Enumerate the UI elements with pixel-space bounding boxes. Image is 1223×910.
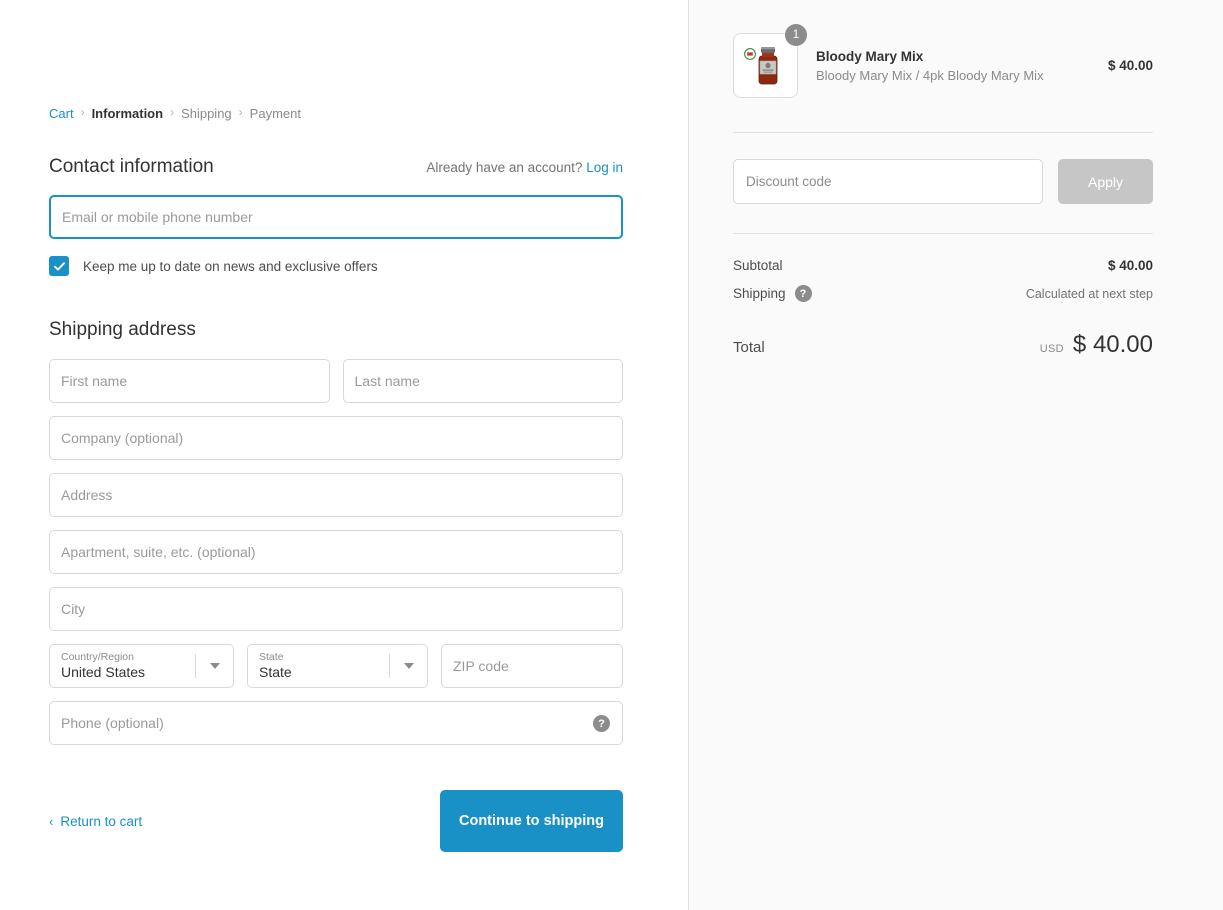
shipping-label-group: Shipping ? <box>733 285 812 302</box>
first-name-placeholder: First name <box>61 373 128 389</box>
apartment-field[interactable]: Apartment, suite, etc. (optional) <box>49 530 623 574</box>
summary-divider-top <box>733 132 1153 133</box>
grand-total-row: Total USD $ 40.00 <box>733 331 1153 359</box>
shipping-row: Shipping ? Calculated at next step <box>733 285 1153 302</box>
quantity-badge: 1 <box>785 24 807 46</box>
product-price: $ 40.00 <box>1107 58 1153 73</box>
shipping-label: Shipping <box>733 286 786 301</box>
state-select-label: State <box>259 651 284 663</box>
return-to-cart-label: Return to cart <box>60 813 143 829</box>
product-variant: Bloody Mary Mix / 4pk Bloody Mary Mix <box>816 67 1044 83</box>
first-name-field[interactable]: First name <box>49 359 330 403</box>
chevron-right-icon: › <box>80 105 85 119</box>
account-prompt: Already have an account? Log in <box>426 160 623 175</box>
email-field-placeholder: Email or mobile phone number <box>62 209 253 225</box>
breadcrumb: Cart › Information › Shipping › Payment <box>49 104 623 122</box>
login-link[interactable]: Log in <box>586 160 623 175</box>
address-placeholder: Address <box>61 487 113 503</box>
account-prompt-text: Already have an account? <box>426 160 583 175</box>
chevron-right-icon: › <box>170 105 175 119</box>
zip-code-field[interactable]: ZIP code <box>441 644 623 688</box>
contact-information-header: Contact information Already have an acco… <box>49 156 623 178</box>
apartment-placeholder: Apartment, suite, etc. (optional) <box>61 544 256 560</box>
totals-section: Subtotal $ 40.00 Shipping ? Calculated a… <box>733 258 1153 302</box>
email-field[interactable]: Email or mobile phone number <box>49 195 623 239</box>
checkbox-checked-icon[interactable] <box>49 256 69 276</box>
newsletter-label: Keep me up to date on news and exclusive… <box>83 258 378 274</box>
breadcrumb-item-payment: Payment <box>249 105 301 121</box>
city-placeholder: City <box>61 601 86 617</box>
chevron-down-icon[interactable] <box>196 663 233 669</box>
city-field[interactable]: City <box>49 587 623 631</box>
country-select[interactable]: Country/Region United States <box>49 644 234 688</box>
country-select-label: Country/Region <box>61 651 134 663</box>
order-line-item: 1 Bloody Mary Mix Bloody Mary Mix / 4pk … <box>733 24 1153 98</box>
discount-code-placeholder: Discount code <box>746 174 832 189</box>
breadcrumb-item-shipping: Shipping <box>181 105 232 121</box>
country-state-zip-row: Country/Region United States State State <box>49 644 623 688</box>
contact-information-title: Contact information <box>49 156 214 177</box>
total-label: Total <box>733 339 765 356</box>
order-summary-sidebar: 1 Bloody Mary Mix Bloody Mary Mix / 4pk … <box>688 0 1223 910</box>
address-field[interactable]: Address <box>49 473 623 517</box>
company-field[interactable]: Company (optional) <box>49 416 623 460</box>
checkout-page: Cart › Information › Shipping › Payment … <box>0 0 1223 910</box>
zip-code-placeholder: ZIP code <box>453 658 509 674</box>
return-to-cart-link[interactable]: ‹ Return to cart <box>49 814 142 829</box>
discount-code-input[interactable]: Discount code <box>733 159 1043 204</box>
chevron-left-icon: ‹ <box>49 813 54 829</box>
subtotal-label: Subtotal <box>733 258 783 273</box>
country-select-value: United States <box>61 664 146 680</box>
last-name-placeholder: Last name <box>354 373 420 389</box>
company-placeholder: Company (optional) <box>61 430 184 446</box>
product-title: Bloody Mary Mix <box>816 48 924 64</box>
total-value: $ 40.00 <box>1072 331 1153 358</box>
checkout-main-column: Cart › Information › Shipping › Payment … <box>0 0 688 910</box>
form-actions: ‹ Return to cart Continue to shipping <box>49 790 623 852</box>
subtotal-value: $ 40.00 <box>1107 258 1153 273</box>
breadcrumb-item-cart[interactable]: Cart <box>49 106 74 121</box>
name-row: First name Last name <box>49 359 623 403</box>
breadcrumb-item-information[interactable]: Information <box>92 106 164 121</box>
chevron-right-icon: › <box>238 105 243 119</box>
question-mark-icon[interactable]: ? <box>593 715 610 732</box>
chevron-down-icon[interactable] <box>390 663 427 669</box>
state-select-value: State <box>259 664 292 680</box>
shipping-address-title: Shipping address <box>49 319 196 340</box>
phone-placeholder: Phone (optional) <box>61 715 164 731</box>
apply-discount-button[interactable]: Apply <box>1058 159 1153 204</box>
bloody-mary-mix-jar-icon <box>743 46 777 84</box>
summary-divider-middle <box>733 233 1153 234</box>
discount-row: Discount code Apply <box>733 159 1153 204</box>
total-currency: USD <box>1039 343 1064 355</box>
last-name-field[interactable]: Last name <box>342 359 623 403</box>
phone-field[interactable]: Phone (optional) ? <box>49 701 623 745</box>
state-select[interactable]: State State <box>247 644 428 688</box>
question-mark-icon[interactable]: ? <box>794 285 812 302</box>
continue-to-shipping-button[interactable]: Continue to shipping <box>440 790 623 852</box>
shipping-value: Calculated at next step <box>1025 286 1153 301</box>
newsletter-checkbox-row[interactable]: Keep me up to date on news and exclusive… <box>49 256 623 276</box>
subtotal-row: Subtotal $ 40.00 <box>733 258 1153 273</box>
